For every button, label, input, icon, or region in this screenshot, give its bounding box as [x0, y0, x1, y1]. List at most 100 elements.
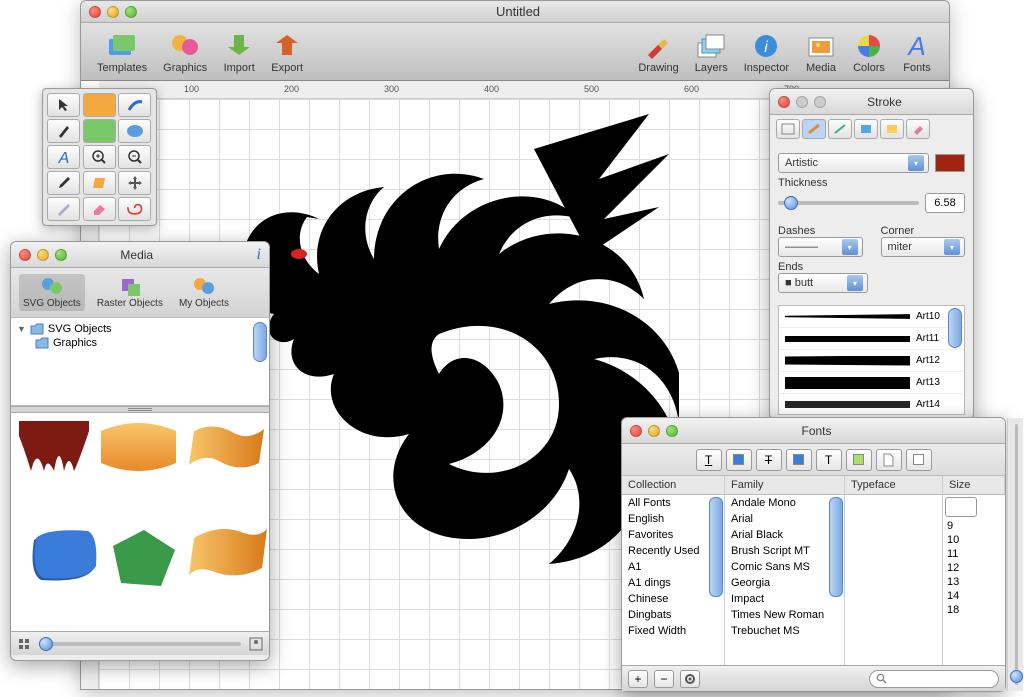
- list-item[interactable]: Fixed Width: [622, 623, 724, 639]
- doc-button[interactable]: [876, 449, 902, 471]
- clear-button[interactable]: [906, 449, 932, 471]
- scrollbar-thumb[interactable]: [948, 308, 962, 348]
- large-grid-icon[interactable]: [249, 637, 263, 651]
- list-item[interactable]: [26, 528, 98, 588]
- bg-color-button[interactable]: [786, 449, 812, 471]
- list-item[interactable]: Art12: [779, 350, 964, 372]
- size-list[interactable]: 9 10 11 12 13 14 18: [943, 495, 983, 665]
- text-button[interactable]: T: [816, 449, 842, 471]
- dragon-artwork[interactable]: [199, 109, 679, 579]
- list-item[interactable]: Brush Script MT: [725, 543, 844, 559]
- media-tree[interactable]: ▼SVG Objects Graphics: [11, 318, 269, 406]
- graphics-button[interactable]: Graphics: [157, 28, 213, 76]
- tree-child[interactable]: Graphics: [35, 336, 263, 350]
- tree-root[interactable]: ▼SVG Objects: [17, 322, 263, 336]
- list-item[interactable]: Comic Sans MS: [725, 559, 844, 575]
- templates-button[interactable]: Templates: [91, 28, 153, 76]
- ellipse-tool[interactable]: [118, 119, 151, 143]
- brush-tool[interactable]: [118, 93, 151, 117]
- underline-button[interactable]: T: [696, 449, 722, 471]
- strike-button[interactable]: T: [756, 449, 782, 471]
- list-item[interactable]: 10: [943, 533, 983, 547]
- pointer-tool[interactable]: [47, 93, 80, 117]
- dashes-select[interactable]: ———▾: [778, 237, 863, 257]
- colors-button[interactable]: Colors: [847, 28, 891, 76]
- export-button[interactable]: Export: [265, 28, 309, 76]
- size-field[interactable]: [945, 497, 977, 517]
- stroke-panel[interactable]: Stroke Artistic▾ Thickness Dashes ———▾ C…: [769, 88, 974, 420]
- corner-select[interactable]: miter▾: [881, 237, 966, 257]
- collection-list[interactable]: All Fonts English Favorites Recently Use…: [622, 495, 725, 665]
- list-item[interactable]: Georgia: [725, 575, 844, 591]
- eraser-tool[interactable]: [83, 197, 116, 221]
- list-item[interactable]: Times New Roman: [725, 607, 844, 623]
- stroke-tab-1[interactable]: [776, 119, 800, 139]
- move-tool[interactable]: [118, 171, 151, 195]
- scrollbar-thumb[interactable]: [709, 497, 723, 597]
- typeface-header[interactable]: Typeface: [845, 476, 943, 494]
- list-item[interactable]: Impact: [725, 591, 844, 607]
- list-item[interactable]: 11: [943, 547, 983, 561]
- list-item[interactable]: Art14: [779, 394, 964, 415]
- drawing-button[interactable]: Drawing: [632, 28, 684, 76]
- thickness-slider[interactable]: [778, 201, 919, 205]
- stroke-style-select[interactable]: Artistic▾: [778, 153, 929, 173]
- list-item[interactable]: 18: [943, 603, 983, 617]
- layers-button[interactable]: Layers: [689, 28, 734, 76]
- stroke-tab-4[interactable]: [854, 119, 878, 139]
- list-item[interactable]: 9: [943, 519, 983, 533]
- zoom-slider[interactable]: [39, 642, 241, 646]
- size-header[interactable]: Size: [943, 476, 1005, 494]
- stroke-tab-5[interactable]: [880, 119, 904, 139]
- svg-objects-tab[interactable]: SVG Objects: [19, 274, 85, 311]
- text-tool[interactable]: A: [47, 145, 80, 169]
- scrollbar-thumb[interactable]: [253, 322, 267, 362]
- list-item[interactable]: 13: [943, 575, 983, 589]
- brush-list[interactable]: Art10 Art11 Art12 Art13 Art14: [778, 305, 965, 415]
- skew-tool[interactable]: [83, 171, 116, 195]
- rect-tool[interactable]: [83, 93, 116, 117]
- stroke-tab-3[interactable]: [828, 119, 852, 139]
- my-objects-tab[interactable]: My Objects: [175, 274, 233, 311]
- ends-select[interactable]: ■ butt▾: [778, 273, 868, 293]
- small-grid-icon[interactable]: [17, 637, 31, 651]
- list-item[interactable]: [189, 421, 264, 473]
- list-item[interactable]: Trebuchet MS: [725, 623, 844, 639]
- list-item[interactable]: Arial: [725, 511, 844, 527]
- roundrect-tool[interactable]: [83, 119, 116, 143]
- typeface-list[interactable]: [845, 495, 943, 665]
- stroke-tab-6[interactable]: [906, 119, 930, 139]
- text-color-button[interactable]: [726, 449, 752, 471]
- stroke-tab-2[interactable]: [802, 119, 826, 139]
- window-titlebar[interactable]: Untitled: [81, 1, 949, 23]
- list-item[interactable]: 14: [943, 589, 983, 603]
- list-item[interactable]: Andale Mono: [725, 495, 844, 511]
- fonts-panel[interactable]: Fonts T T T Collection Family Typeface S…: [621, 417, 1006, 692]
- add-button[interactable]: +: [628, 670, 648, 688]
- knife-tool[interactable]: [47, 197, 80, 221]
- list-item[interactable]: [189, 523, 267, 581]
- media-button[interactable]: Media: [799, 28, 843, 76]
- pen-tool[interactable]: [47, 119, 80, 143]
- list-item[interactable]: Art13: [779, 372, 964, 394]
- inspector-button[interactable]: iInspector: [738, 28, 795, 76]
- list-item[interactable]: Art11: [779, 328, 964, 350]
- raster-objects-tab[interactable]: Raster Objects: [93, 274, 167, 311]
- tools-palette[interactable]: A: [42, 88, 157, 226]
- highlight-button[interactable]: [846, 449, 872, 471]
- collection-header[interactable]: Collection: [622, 476, 725, 494]
- gear-button[interactable]: [680, 670, 700, 688]
- list-item[interactable]: Dingbats: [622, 607, 724, 623]
- split-handle[interactable]: [11, 406, 269, 413]
- family-list[interactable]: Andale Mono Arial Arial Black Brush Scri…: [725, 495, 845, 665]
- family-header[interactable]: Family: [725, 476, 845, 494]
- list-item[interactable]: [111, 528, 177, 588]
- remove-button[interactable]: −: [654, 670, 674, 688]
- spiral-tool[interactable]: [118, 197, 151, 221]
- list-item[interactable]: Arial Black: [725, 527, 844, 543]
- list-item[interactable]: [101, 423, 176, 471]
- search-input[interactable]: [869, 670, 999, 688]
- thickness-field[interactable]: [925, 193, 965, 213]
- zoom-out-tool[interactable]: [118, 145, 151, 169]
- close-icon[interactable]: [778, 96, 790, 108]
